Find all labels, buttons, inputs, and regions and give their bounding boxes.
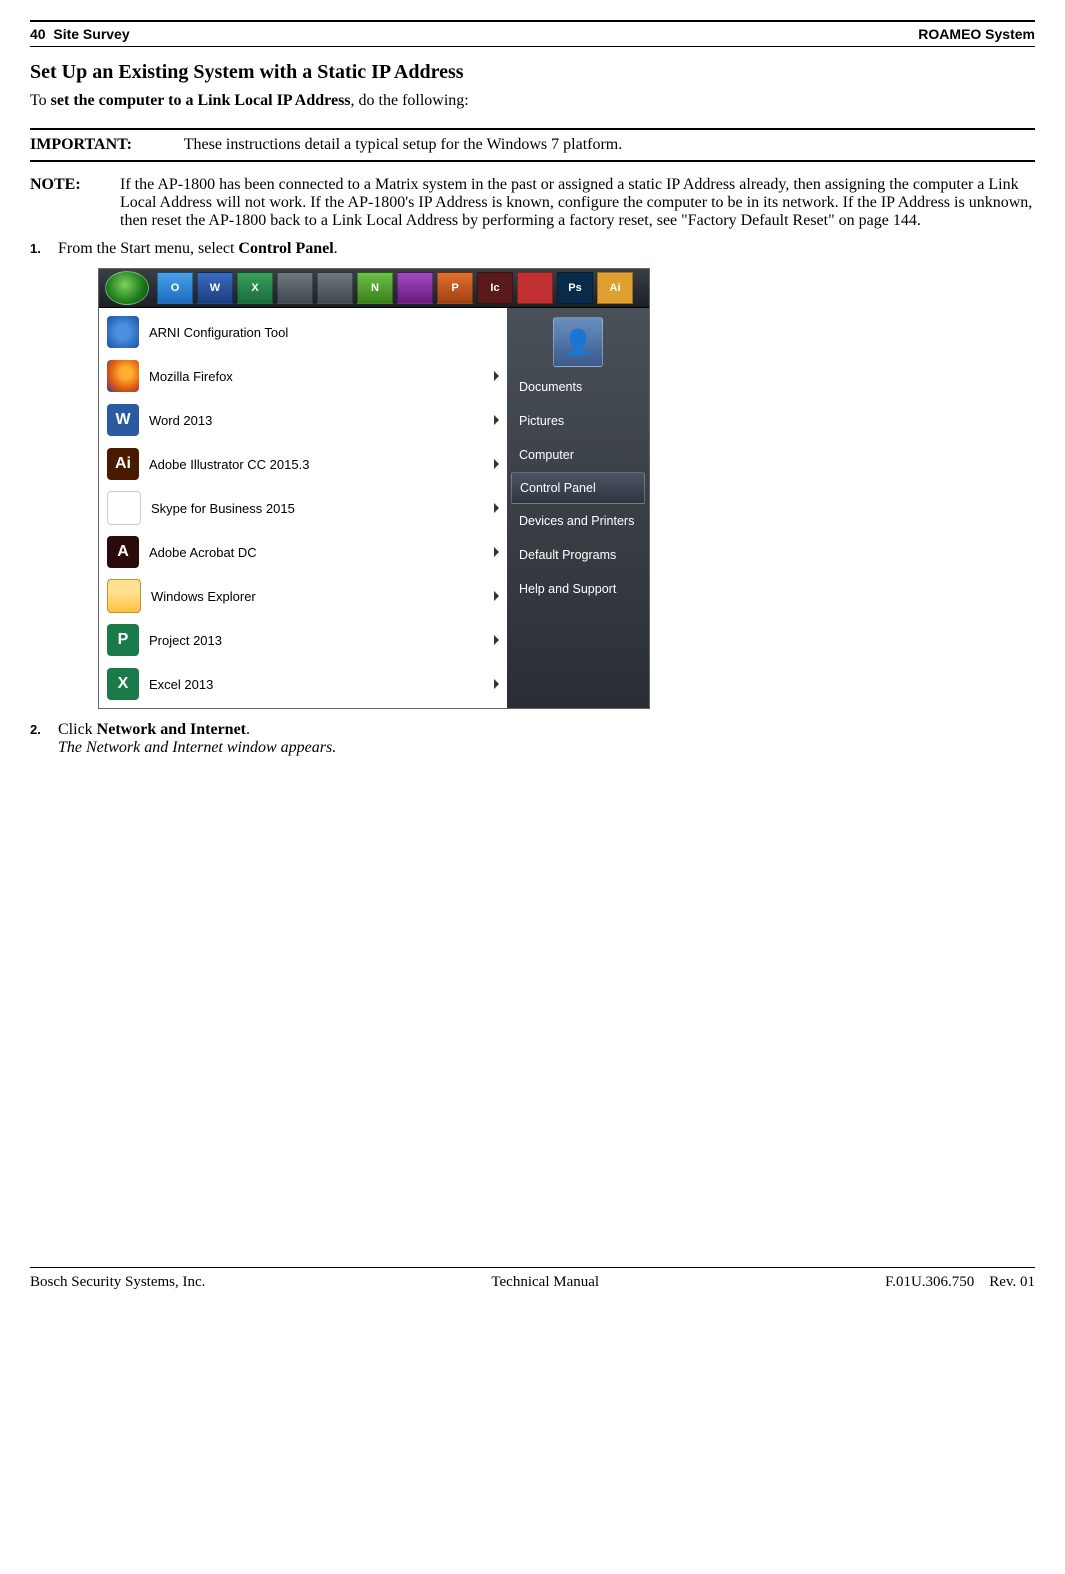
page-number: 40: [30, 26, 46, 42]
step-number: 2.: [30, 722, 54, 737]
program-label: ARNI Configuration Tool: [149, 325, 288, 340]
right-item-devices[interactable]: Devices and Printers: [507, 504, 649, 538]
product-name: ROAMEO System: [918, 26, 1035, 42]
taskbar-pin-ppt[interactable]: P: [437, 272, 473, 304]
footer-doctype: Technical Manual: [491, 1274, 599, 1291]
note-label: NOTE:: [30, 176, 120, 230]
taskbar-pin-red[interactable]: [517, 272, 553, 304]
program-label: Excel 2013: [149, 677, 213, 692]
right-item-documents[interactable]: Documents: [507, 370, 649, 404]
taskbar-pin-onenote[interactable]: N: [357, 272, 393, 304]
important-callout: IMPORTANT: These instructions detail a t…: [30, 128, 1035, 162]
right-item-help[interactable]: Help and Support: [507, 572, 649, 606]
folder-icon: [107, 579, 141, 613]
program-arni[interactable]: ARNI Configuration Tool: [99, 310, 507, 354]
program-label: Word 2013: [149, 413, 212, 428]
program-firefox[interactable]: Mozilla Firefox: [99, 354, 507, 398]
program-label: Mozilla Firefox: [149, 369, 233, 384]
submenu-arrow-icon: [494, 371, 499, 381]
taskbar-pin-word[interactable]: W: [197, 272, 233, 304]
submenu-arrow-icon: [494, 547, 499, 557]
start-menu-right-panel: 👤 Documents Pictures Computer Control Pa…: [507, 308, 649, 708]
submenu-arrow-icon: [494, 415, 499, 425]
step-result: The Network and Internet window appears.: [58, 739, 336, 756]
taskbar-pin-excel[interactable]: X: [237, 272, 273, 304]
taskbar-pin-outlook[interactable]: O: [157, 272, 193, 304]
taskbar-pin-tool2[interactable]: [317, 272, 353, 304]
program-excel[interactable]: X Excel 2013: [99, 662, 507, 706]
footer-rev: Rev. 01: [989, 1274, 1035, 1290]
program-illustrator[interactable]: Ai Adobe Illustrator CC 2015.3: [99, 442, 507, 486]
submenu-arrow-icon: [494, 635, 499, 645]
program-acrobat[interactable]: A Adobe Acrobat DC: [99, 530, 507, 574]
submenu-arrow-icon: [494, 679, 499, 689]
important-text: These instructions detail a typical setu…: [184, 136, 623, 153]
start-orb-icon[interactable]: [105, 271, 149, 305]
program-label: Adobe Acrobat DC: [149, 545, 257, 560]
skype-icon: S: [107, 491, 141, 525]
user-avatar-icon[interactable]: 👤: [553, 317, 603, 367]
program-project[interactable]: P Project 2013: [99, 618, 507, 662]
right-item-computer[interactable]: Computer: [507, 438, 649, 472]
program-label: Adobe Illustrator CC 2015.3: [149, 457, 309, 472]
project-icon: P: [107, 624, 139, 656]
footer-company: Bosch Security Systems, Inc.: [30, 1274, 205, 1291]
step-1: 1. From the Start menu, select Control P…: [58, 240, 1035, 709]
step-number: 1.: [30, 241, 54, 256]
start-menu-screenshot: O W X N P Ic Ps Ai: [98, 268, 650, 709]
acrobat-icon: A: [107, 536, 139, 568]
right-item-default-programs[interactable]: Default Programs: [507, 538, 649, 572]
page-footer: Bosch Security Systems, Inc. Technical M…: [30, 1268, 1035, 1291]
program-skype[interactable]: S Skype for Business 2015: [99, 486, 507, 530]
program-label: Skype for Business 2015: [151, 501, 295, 516]
taskbar-pin-tool[interactable]: [277, 272, 313, 304]
lead-paragraph: To set the computer to a Link Local IP A…: [30, 92, 1035, 110]
start-menu-programs: ARNI Configuration Tool Mozilla Firefox …: [99, 308, 507, 708]
program-explorer[interactable]: Windows Explorer: [99, 574, 507, 618]
globe-icon: [107, 316, 139, 348]
taskbar-pin-ps[interactable]: Ps: [557, 272, 593, 304]
page-header: 40 Site Survey ROAMEO System: [30, 26, 1035, 42]
word-icon: W: [107, 404, 139, 436]
program-label: Windows Explorer: [151, 589, 256, 604]
illustrator-icon: Ai: [107, 448, 139, 480]
important-label: IMPORTANT:: [30, 136, 180, 154]
right-item-control-panel[interactable]: Control Panel: [511, 472, 645, 504]
taskbar: O W X N P Ic Ps Ai: [99, 269, 649, 308]
submenu-arrow-icon: [494, 591, 499, 601]
footer-docnum: F.01U.306.750: [885, 1274, 974, 1290]
taskbar-pin-app[interactable]: [397, 272, 433, 304]
submenu-arrow-icon: [494, 459, 499, 469]
step-2: 2. Click Network and Internet. The Netwo…: [58, 721, 1035, 757]
taskbar-pin-ic[interactable]: Ic: [477, 272, 513, 304]
note-text: If the AP-1800 has been connected to a M…: [120, 176, 1035, 230]
section-title: Set Up an Existing System with a Static …: [30, 61, 1035, 84]
taskbar-pin-ai[interactable]: Ai: [597, 272, 633, 304]
excel-icon: X: [107, 668, 139, 700]
section-name: Site Survey: [53, 26, 129, 42]
submenu-arrow-icon: [494, 503, 499, 513]
firefox-icon: [107, 360, 139, 392]
note-callout: NOTE: If the AP-1800 has been connected …: [30, 176, 1035, 230]
program-word[interactable]: W Word 2013: [99, 398, 507, 442]
right-item-pictures[interactable]: Pictures: [507, 404, 649, 438]
program-label: Project 2013: [149, 633, 222, 648]
